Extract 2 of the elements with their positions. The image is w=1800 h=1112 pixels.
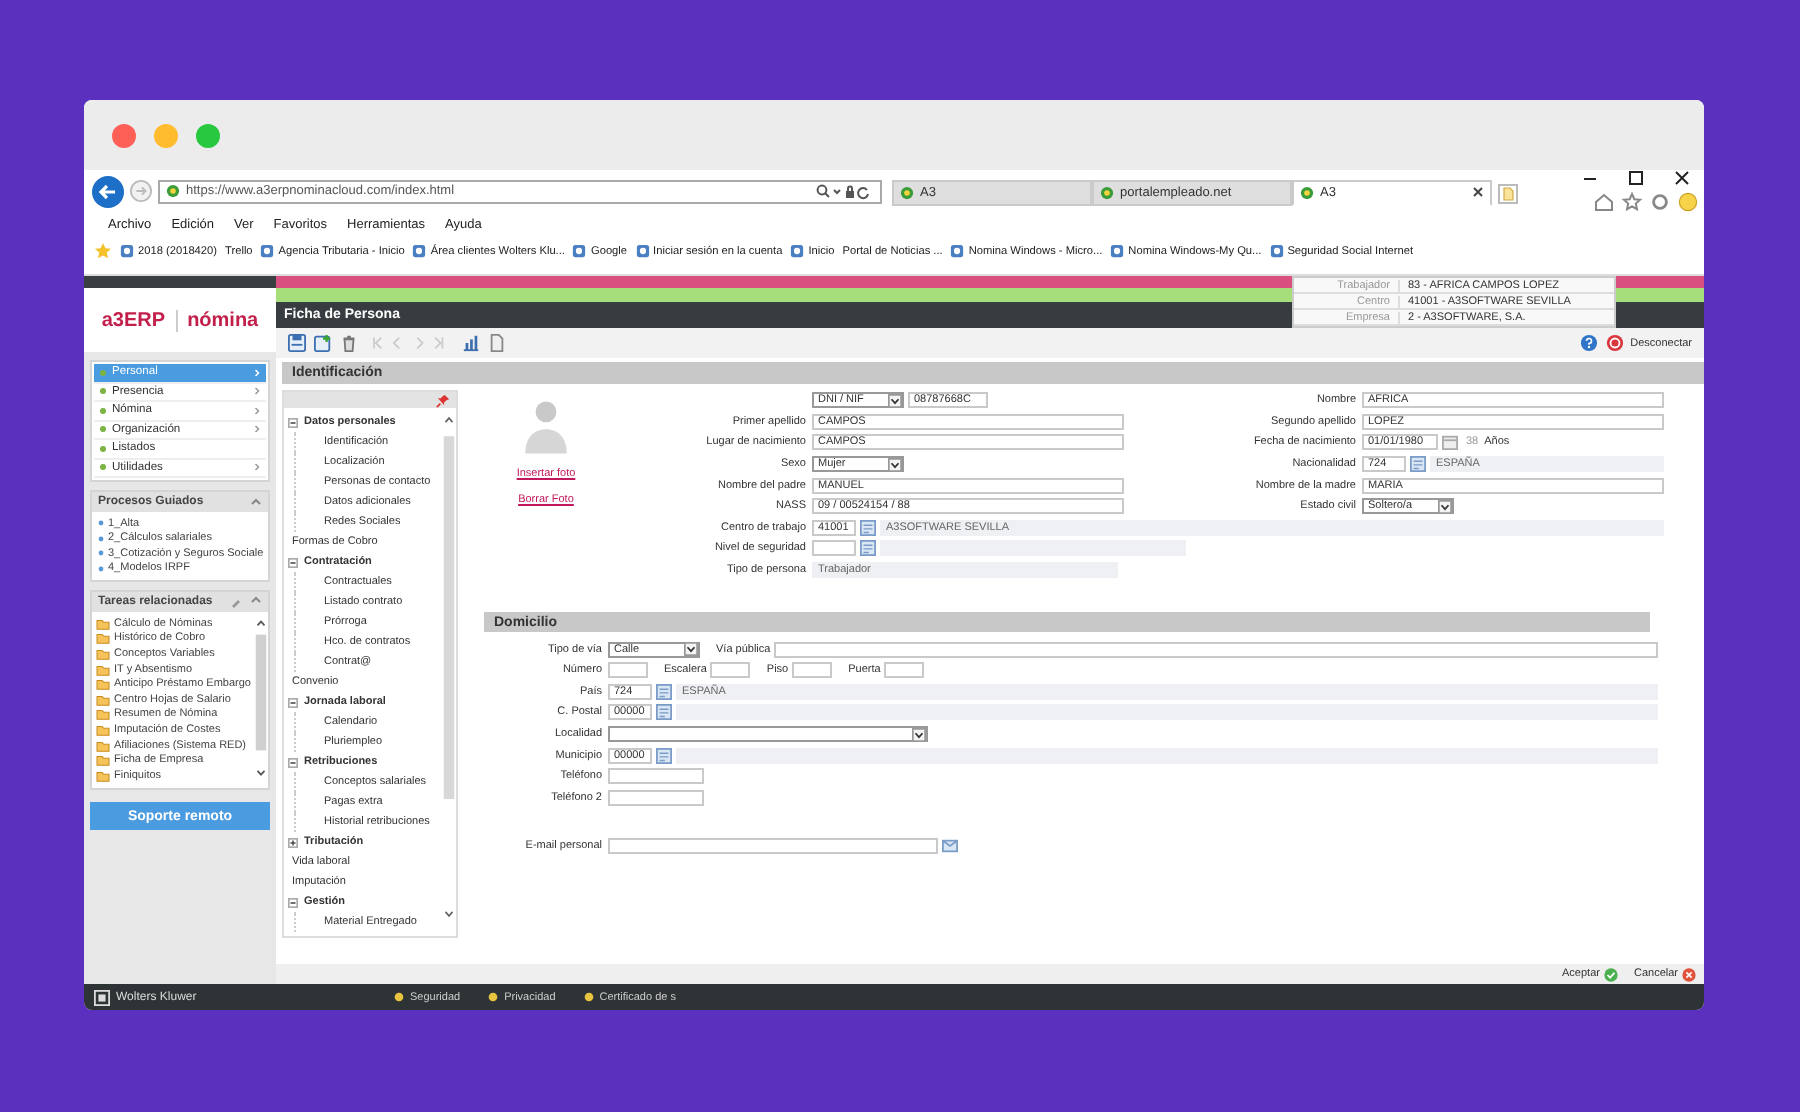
logo-text: nómina [187,309,259,331]
logo-text: a3ERP [101,309,178,331]
